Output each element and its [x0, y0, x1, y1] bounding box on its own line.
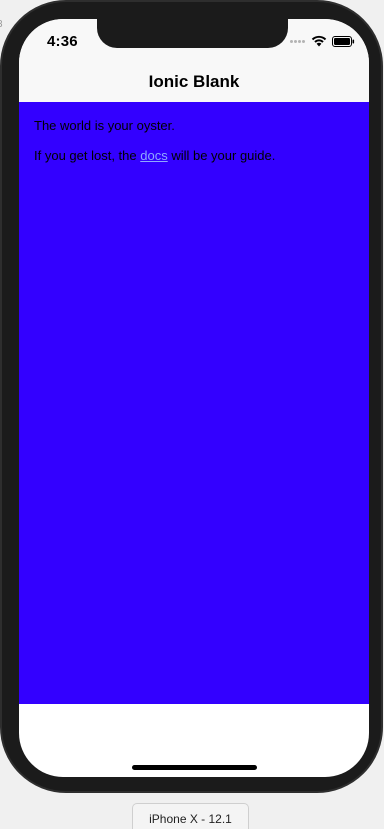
- device-screen: 4:36 Ionic Blank The world is your oyste…: [19, 19, 369, 777]
- page-title: Ionic Blank: [148, 72, 240, 91]
- status-icons: [290, 35, 355, 47]
- wifi-icon: [311, 35, 327, 47]
- simulator-stage: 3 4:36: [0, 0, 384, 829]
- device-label: iPhone X - 12.1: [132, 803, 249, 829]
- battery-icon: [332, 35, 355, 47]
- device-frame: 4:36 Ionic Blank The world is your oyste…: [0, 0, 383, 793]
- stray-text: 3: [0, 19, 3, 30]
- guide-text: If you get lost, the docs will be your g…: [34, 148, 354, 164]
- status-bar: 4:36: [19, 19, 369, 63]
- content-area: The world is your oyster. If you get los…: [19, 102, 369, 704]
- status-time: 4:36: [47, 33, 78, 50]
- intro-text: The world is your oyster.: [34, 118, 175, 133]
- device-notch: [97, 19, 288, 48]
- signal-dots-icon: [290, 39, 306, 43]
- guide-text-before: If you get lost, the: [34, 148, 141, 163]
- app-toolbar: Ionic Blank: [19, 63, 369, 102]
- guide-text-after: will be your guide.: [167, 148, 276, 163]
- home-indicator[interactable]: [132, 765, 257, 770]
- docs-link[interactable]: docs: [140, 148, 167, 163]
